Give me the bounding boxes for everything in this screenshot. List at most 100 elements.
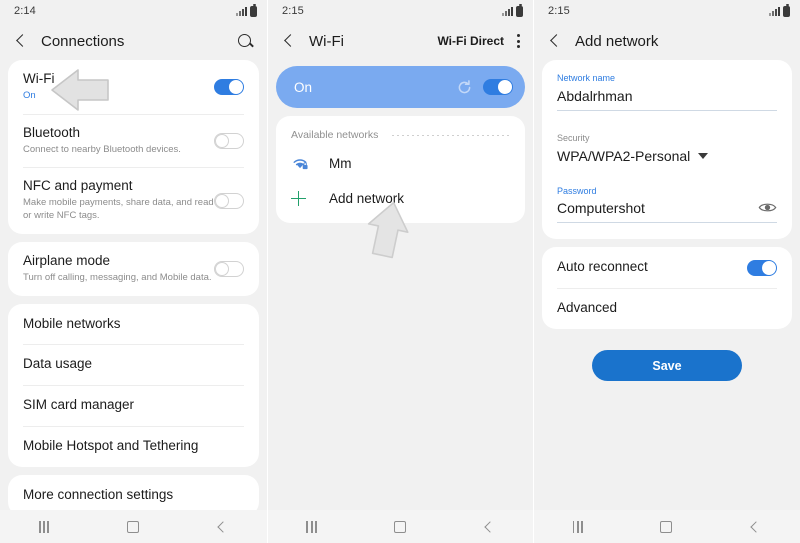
save-button[interactable]: Save (592, 350, 742, 382)
field-network-name: Network name Abdalrhman (542, 64, 792, 119)
android-nav-bar (534, 510, 800, 543)
status-time: 2:15 (548, 5, 570, 17)
setting-title: Mobile Hotspot and Tethering (23, 438, 199, 454)
airplane-mode-toggle[interactable] (214, 260, 244, 277)
home-icon[interactable] (393, 520, 406, 533)
setting-title: Wi-Fi (23, 71, 55, 86)
wifi-on-banner: On (276, 66, 525, 108)
back-icon[interactable] (483, 521, 495, 533)
section-label: Available networks (291, 129, 379, 141)
battery-icon (516, 3, 523, 17)
three-phone-screenshot-sheet: 2:14 Connections Wi-Fi On Bluetooth Conn… (0, 0, 800, 543)
setting-title: Airplane mode (23, 252, 111, 268)
setting-row-data-usage[interactable]: Data usage (8, 344, 259, 385)
setting-subtitle: Connect to nearby Bluetooth devices. (23, 143, 181, 155)
recent-apps-icon[interactable] (572, 520, 583, 533)
add-network-options-card: Auto reconnect Advanced (542, 247, 792, 330)
field-label: Network name (557, 73, 616, 83)
settings-group-wireless: Wi-Fi On Bluetooth Connect to nearby Blu… (8, 60, 259, 234)
setting-subtitle: Make mobile payments, share data, and re… (23, 197, 214, 222)
back-icon[interactable] (216, 521, 228, 533)
settings-group-mobile: Mobile networks Data usage SIM card mana… (8, 303, 259, 468)
phone-panel-add-network: 2:15 Add network Network name Abdalrhman… (534, 0, 800, 543)
add-network-row[interactable]: Add network (276, 184, 525, 213)
app-bar: Add network (534, 22, 800, 60)
status-bar: 2:15 (534, 0, 800, 22)
wifi-secured-icon (291, 156, 317, 171)
home-icon[interactable] (126, 520, 139, 533)
setting-row-bluetooth[interactable]: Bluetooth Connect to nearby Bluetooth de… (8, 113, 259, 168)
add-network-form-card: Network name Abdalrhman Security WPA/WPA… (542, 60, 792, 240)
status-time: 2:14 (14, 5, 36, 17)
back-chevron-icon[interactable] (547, 33, 563, 49)
field-security: Security WPA/WPA2-Personal (542, 119, 792, 172)
option-row-advanced[interactable]: Advanced (542, 288, 792, 329)
signal-bars-icon (769, 6, 780, 16)
network-name-input[interactable]: Abdalrhman (557, 85, 777, 104)
field-underline (557, 222, 777, 224)
status-icons (236, 3, 257, 17)
eye-icon[interactable] (758, 201, 777, 214)
setting-title: NFC and payment (23, 178, 133, 194)
android-nav-bar (0, 510, 267, 543)
caret-down-icon[interactable] (698, 153, 709, 160)
battery-icon (250, 3, 257, 17)
battery-icon (783, 3, 790, 17)
kebab-menu-icon[interactable] (516, 34, 520, 48)
home-icon[interactable] (660, 520, 673, 533)
field-underline (557, 109, 777, 111)
status-icons (769, 3, 790, 17)
phone-panel-connections: 2:14 Connections Wi-Fi On Bluetooth Conn… (0, 0, 267, 543)
settings-group-airplane: Airplane mode Turn off calling, messagin… (8, 241, 259, 296)
network-name: Mm (329, 156, 352, 171)
setting-title: SIM card manager (23, 397, 135, 413)
password-input[interactable]: Computershot (557, 197, 758, 216)
setting-subtitle: On (23, 89, 36, 101)
status-time: 2:15 (282, 5, 304, 17)
field-password: Password Computershot (542, 172, 792, 232)
plus-icon (291, 191, 317, 206)
back-chevron-icon[interactable] (281, 33, 297, 49)
status-bar: 2:15 (268, 0, 533, 22)
auto-reconnect-toggle[interactable] (747, 259, 777, 276)
setting-subtitle: Turn off calling, messaging, and Mobile … (23, 271, 212, 283)
setting-row-mobile-networks[interactable]: Mobile networks (8, 304, 259, 345)
add-network-label: Add network (329, 191, 405, 206)
app-bar: Connections (0, 22, 267, 60)
signal-bars-icon (236, 6, 247, 16)
status-icons (502, 3, 523, 17)
wifi-state-label: On (294, 79, 313, 95)
setting-row-mobile-hotspot-and-tethering[interactable]: Mobile Hotspot and Tethering (8, 426, 259, 467)
wifi-toggle[interactable] (214, 78, 244, 95)
setting-row-wifi[interactable]: Wi-Fi On (8, 60, 259, 114)
signal-bars-icon (502, 6, 513, 16)
nfc-toggle[interactable] (214, 192, 244, 209)
back-icon[interactable] (749, 521, 761, 533)
option-row-auto-reconnect[interactable]: Auto reconnect (542, 247, 792, 288)
android-nav-bar (268, 510, 533, 543)
page-title: Add network (575, 32, 659, 50)
option-title: Advanced (557, 300, 618, 316)
recent-apps-icon[interactable] (38, 520, 50, 533)
recent-apps-icon[interactable] (306, 520, 317, 533)
status-bar: 2:14 (0, 0, 267, 22)
dotted-divider (392, 134, 510, 136)
setting-row-nfc[interactable]: NFC and payment Make mobile payments, sh… (8, 167, 259, 234)
app-bar: Wi-Fi Wi-Fi Direct (268, 22, 533, 60)
network-list-item[interactable]: Mm (276, 149, 525, 178)
setting-title: More connection settings (23, 487, 174, 503)
security-select-value[interactable]: WPA/WPA2-Personal (557, 145, 690, 164)
search-icon[interactable] (237, 33, 254, 50)
wifi-direct-button[interactable]: Wi-Fi Direct (437, 34, 504, 48)
setting-title: Bluetooth (23, 124, 81, 140)
wifi-toggle[interactable] (483, 79, 513, 95)
setting-row-airplane-mode[interactable]: Airplane mode Turn off calling, messagin… (8, 242, 259, 296)
bluetooth-toggle[interactable] (214, 132, 244, 149)
section-header-available-networks: Available networks (276, 116, 525, 149)
page-title: Connections (41, 32, 125, 50)
back-chevron-icon[interactable] (13, 33, 29, 49)
refresh-icon[interactable] (456, 79, 473, 96)
option-title: Auto reconnect (557, 259, 648, 275)
setting-row-sim-card-manager[interactable]: SIM card manager (8, 385, 259, 426)
field-label: Password (557, 185, 597, 196)
